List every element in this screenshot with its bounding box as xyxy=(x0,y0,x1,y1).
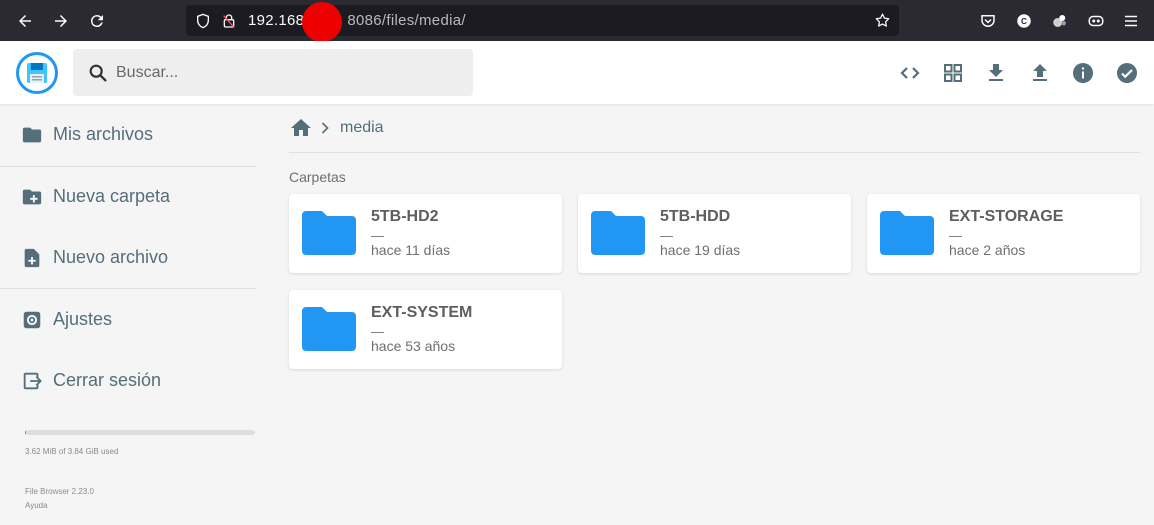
hamburger-menu-icon[interactable] xyxy=(1121,11,1141,31)
url-path: 8086/files/media/ xyxy=(347,12,466,29)
sidebar-item-logout[interactable]: Cerrar sesión xyxy=(0,350,256,411)
new-file-icon xyxy=(21,247,43,269)
info-icon[interactable] xyxy=(1071,61,1095,85)
breadcrumb: media xyxy=(289,116,384,140)
folder-size: — xyxy=(371,228,384,243)
help-link[interactable]: Ayuda xyxy=(25,501,48,510)
sidebar-item-new-folder[interactable]: Nueva carpeta xyxy=(0,166,256,227)
pocket-icon[interactable] xyxy=(978,11,998,31)
folder-size: — xyxy=(660,228,673,243)
redaction-mark xyxy=(302,2,342,42)
sidebar-item-settings[interactable]: Ajustes xyxy=(0,289,256,350)
home-icon[interactable] xyxy=(289,116,313,140)
extension-icon[interactable] xyxy=(1050,11,1070,31)
folder-size: — xyxy=(949,228,962,243)
sidebar-item-new-file[interactable]: Nuevo archivo xyxy=(0,227,256,288)
search-box[interactable] xyxy=(73,49,473,96)
forward-icon[interactable] xyxy=(49,9,73,33)
folder-card[interactable]: EXT-STORAGE — hace 2 años xyxy=(867,194,1140,273)
shield-icon[interactable] xyxy=(194,12,211,29)
storage-usage-text: 3.62 MiB of 3.84 GiB used xyxy=(25,447,119,456)
sidebar-item-my-files[interactable]: Mis archivos xyxy=(0,104,256,165)
reload-icon[interactable] xyxy=(85,9,109,33)
code-view-icon[interactable] xyxy=(898,61,922,85)
content-divider xyxy=(289,152,1140,153)
folder-modified: hace 19 días xyxy=(660,242,741,258)
file-browser-logo[interactable] xyxy=(16,52,58,94)
account-avatar-icon[interactable]: C xyxy=(1014,11,1034,31)
search-input[interactable] xyxy=(116,57,456,88)
section-title: Carpetas xyxy=(289,169,346,185)
reader-extension-icon[interactable] xyxy=(1086,11,1106,31)
folder-modified: hace 11 días xyxy=(371,242,451,258)
folder-modified: hace 2 años xyxy=(949,242,1026,258)
folder-card[interactable]: EXT-SYSTEM — hace 53 años xyxy=(289,290,562,369)
sidebar-item-label: Nueva carpeta xyxy=(53,186,171,206)
sidebar-item-label: Mis archivos xyxy=(53,124,154,144)
search-icon xyxy=(89,64,107,82)
logout-icon xyxy=(21,370,43,392)
sidebar-item-label: Ajustes xyxy=(53,309,113,329)
back-icon[interactable] xyxy=(13,9,37,33)
folder-name: EXT-SYSTEM xyxy=(371,304,473,321)
breadcrumb-item-media[interactable]: media xyxy=(340,119,384,137)
storage-usage-bar xyxy=(25,430,255,435)
settings-icon xyxy=(21,309,43,331)
new-folder-icon xyxy=(21,186,43,208)
browser-toolbar: 192.168 8086/files/media/ C xyxy=(0,0,1154,42)
grid-view-icon[interactable] xyxy=(941,61,965,85)
select-check-icon[interactable] xyxy=(1115,61,1139,85)
download-icon[interactable] xyxy=(984,61,1008,85)
folder-icon xyxy=(302,211,356,255)
sidebar-item-label: Nuevo archivo xyxy=(53,247,169,267)
chevron-right-icon xyxy=(313,116,337,140)
app-version: File Browser 2.23.0 xyxy=(25,487,94,496)
sidebar-item-label: Cerrar sesión xyxy=(53,370,162,390)
folder-modified: hace 53 años xyxy=(371,338,456,354)
folder-name: 5TB-HD2 xyxy=(371,208,439,225)
folder-name: 5TB-HDD xyxy=(660,208,731,225)
folder-name: EXT-STORAGE xyxy=(949,208,1064,225)
url-text: 192.168 8086/files/media/ xyxy=(248,12,466,29)
folder-icon xyxy=(302,307,356,351)
upload-icon[interactable] xyxy=(1028,61,1052,85)
folder-icon xyxy=(591,211,645,255)
folder-card[interactable]: 5TB-HD2 — hace 11 días xyxy=(289,194,562,273)
insecure-lock-icon[interactable] xyxy=(220,12,237,29)
folder-icon xyxy=(880,211,934,255)
bookmark-star-icon[interactable] xyxy=(874,12,891,29)
folder-card[interactable]: 5TB-HDD — hace 19 días xyxy=(578,194,851,273)
address-bar[interactable]: 192.168 8086/files/media/ xyxy=(186,5,899,36)
app-header xyxy=(0,41,1154,104)
folder-icon xyxy=(21,124,43,146)
url-host: 192.168 xyxy=(248,12,305,29)
svg-text:C: C xyxy=(1021,17,1027,26)
folder-size: — xyxy=(371,324,384,339)
sidebar: Mis archivos Nueva carpeta Nuevo archivo… xyxy=(0,104,256,525)
